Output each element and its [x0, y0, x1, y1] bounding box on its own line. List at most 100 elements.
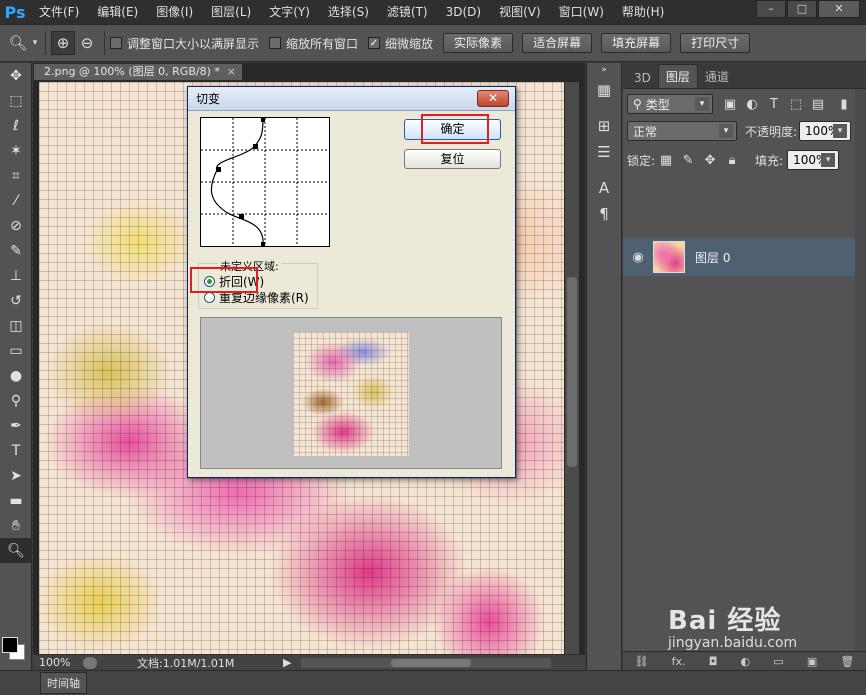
resize-window-checkbox[interactable]: 调整窗口大小以满屏显示 — [110, 35, 259, 52]
zoom-tool-icon[interactable]: 🔍︎ — [6, 31, 30, 55]
filter-smart-object-icon[interactable]: ▤ — [807, 97, 829, 112]
lock-transparent-icon[interactable]: ▦ — [655, 153, 677, 168]
menu-type[interactable]: 文字(Y) — [260, 0, 319, 24]
path-selection-tool-icon[interactable]: ➤ — [0, 463, 32, 488]
visibility-eye-icon[interactable]: ◉ — [623, 250, 653, 265]
menu-view[interactable]: 视图(V) — [490, 0, 550, 24]
pen-tool-icon[interactable]: ✒ — [0, 413, 32, 438]
menu-filter[interactable]: 滤镜(T) — [378, 0, 437, 24]
dodge-tool-icon[interactable]: ⚲ — [0, 388, 32, 413]
checkbox-checked[interactable]: ✓ — [368, 37, 381, 49]
lock-pixels-icon[interactable]: ✎ — [677, 153, 699, 168]
menu-3d[interactable]: 3D(D) — [437, 0, 490, 24]
filter-shape-icon[interactable]: ⬚ — [785, 97, 807, 112]
menu-edit[interactable]: 编辑(E) — [88, 0, 147, 24]
zoom-all-windows-checkbox[interactable]: 缩放所有窗口 — [269, 35, 358, 52]
move-tool-icon[interactable]: ✥ — [0, 63, 32, 88]
minimize-button[interactable]: – — [756, 0, 786, 18]
zoom-out-icon[interactable]: ⊖ — [75, 31, 99, 55]
zoom-in-icon[interactable]: ⊕ — [51, 31, 75, 55]
brush-tool-icon[interactable]: ✎ — [0, 238, 32, 263]
timeline-tab[interactable]: 时间轴 — [40, 672, 87, 694]
scrollbar-thumb[interactable] — [567, 277, 577, 467]
eraser-tool-icon[interactable]: ◫ — [0, 313, 32, 338]
tool-preset-dropdown-icon[interactable]: ▾ — [30, 31, 40, 55]
foreground-color-swatch[interactable] — [2, 637, 18, 653]
blend-mode-select[interactable]: 正常 ▾ — [627, 121, 737, 141]
panel-scrollbar[interactable] — [855, 89, 866, 651]
filter-adjustment-icon[interactable]: ◐ — [741, 97, 763, 112]
filter-type-select[interactable]: ⚲ 类型 ▾ — [627, 94, 713, 114]
close-button[interactable]: ✕ — [818, 0, 860, 18]
dialog-close-button[interactable]: ✕ — [477, 90, 509, 107]
lock-all-icon[interactable]: 🔒︎ — [721, 153, 743, 168]
lasso-tool-icon[interactable]: ℓ — [0, 113, 32, 138]
tab-layers[interactable]: 图层 — [657, 64, 698, 88]
filter-pixel-icon[interactable]: ▣ — [719, 97, 741, 112]
actions-panel-icon[interactable]: ☰ — [587, 139, 621, 165]
history-panel-icon[interactable]: ▦ — [587, 77, 621, 103]
chevron-down-icon: ▾ — [695, 97, 709, 111]
gradient-tool-icon[interactable]: ▭ — [0, 338, 32, 363]
scrubby-zoom-checkbox[interactable]: ✓ 细微缩放 — [368, 35, 433, 52]
layer-row[interactable]: ◉ 图层 0 — [623, 238, 866, 276]
close-tab-icon[interactable]: × — [227, 64, 236, 80]
status-menu-arrow-icon[interactable]: ▶ — [283, 656, 295, 669]
shear-curve-graph[interactable] — [201, 118, 329, 246]
adjustment-layer-icon[interactable]: ◐ — [741, 655, 751, 668]
lock-position-icon[interactable]: ✥ — [699, 153, 721, 168]
crop-tool-icon[interactable]: ⌗ — [0, 163, 32, 188]
repeat-edge-radio[interactable] — [204, 292, 215, 303]
document-tab[interactable]: 2.png @ 100% (图层 0, RGB/8) * × — [33, 63, 243, 81]
new-layer-icon[interactable]: ▣ — [807, 655, 817, 668]
history-brush-tool-icon[interactable]: ↺ — [0, 288, 32, 313]
horizontal-scrollbar[interactable] — [301, 657, 551, 668]
status-info-icon[interactable] — [83, 656, 97, 669]
healing-brush-tool-icon[interactable]: ⊘ — [0, 213, 32, 238]
new-group-icon[interactable]: ▭ — [773, 655, 783, 668]
dialog-titlebar[interactable]: 切变 ✕ — [188, 87, 515, 111]
menu-help[interactable]: 帮助(H) — [613, 0, 673, 24]
rectangle-tool-icon[interactable]: ▬ — [0, 488, 32, 513]
checkbox-box[interactable] — [110, 37, 122, 49]
maximize-button[interactable]: □ — [787, 0, 817, 18]
menu-select[interactable]: 选择(S) — [319, 0, 378, 24]
add-mask-icon[interactable]: ◘ — [709, 655, 718, 668]
blur-tool-icon[interactable]: ● — [0, 363, 32, 388]
opacity-input[interactable]: 100% ▾ — [799, 121, 852, 141]
checkbox-box[interactable] — [269, 37, 282, 49]
actual-pixels-button[interactable]: 实际像素 — [443, 33, 514, 53]
marquee-tool-icon[interactable]: ⬚ — [0, 88, 32, 113]
paragraph-panel-icon[interactable]: ¶ — [587, 201, 621, 227]
character-panel-icon[interactable]: A — [587, 175, 621, 201]
menu-image[interactable]: 图像(I) — [147, 0, 202, 24]
shear-curve-editor[interactable] — [200, 117, 330, 247]
fill-screen-button[interactable]: 填充屏幕 — [601, 33, 672, 53]
clone-stamp-tool-icon[interactable]: ⊥ — [0, 263, 32, 288]
layer-style-icon[interactable]: fx. — [672, 655, 686, 668]
fill-input[interactable]: 100% ▾ — [787, 150, 840, 170]
dock-collapse-icon[interactable]: » — [587, 63, 621, 77]
menu-window[interactable]: 窗口(W) — [550, 0, 613, 24]
type-tool-icon[interactable]: T — [0, 438, 32, 463]
magic-wand-tool-icon[interactable]: ✶ — [0, 138, 32, 163]
tab-3d[interactable]: 3D — [627, 68, 658, 88]
link-layers-icon[interactable]: ⛓ — [635, 655, 649, 668]
clone-source-panel-icon[interactable]: ⊞ — [587, 113, 621, 139]
print-size-button[interactable]: 打印尺寸 — [680, 33, 751, 53]
menu-layer[interactable]: 图层(L) — [202, 0, 260, 24]
filter-type-icon[interactable]: T — [763, 97, 785, 112]
layer-name[interactable]: 图层 0 — [695, 249, 730, 266]
reset-button[interactable]: 复位 — [404, 149, 501, 169]
filter-toggle-icon[interactable]: ▮ — [833, 97, 855, 112]
hand-tool-icon[interactable]: ✋︎ — [0, 513, 32, 538]
delete-layer-icon[interactable]: 🗑 — [840, 655, 854, 668]
menu-file[interactable]: 文件(F) — [30, 0, 88, 24]
zoom-tool-icon[interactable]: 🔍︎ — [0, 538, 32, 563]
scrollbar-thumb[interactable] — [391, 658, 471, 667]
vertical-scrollbar[interactable] — [565, 82, 579, 654]
fit-screen-button[interactable]: 适合屏幕 — [522, 33, 593, 53]
zoom-level[interactable]: 100% — [33, 656, 73, 669]
tab-channels[interactable]: 通道 — [698, 65, 736, 88]
eyedropper-tool-icon[interactable]: ⁄ — [0, 188, 32, 213]
